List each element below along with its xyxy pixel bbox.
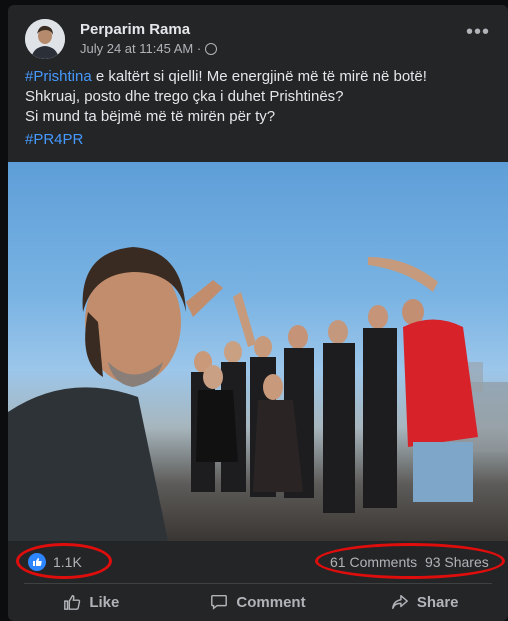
post-text-line: #Prishtina e kaltërt si qielli! Me energ… [25,67,495,87]
post-text-line: Si mund ta bëjmë më të mirën për ty? [25,108,276,125]
comment-button-label: Comment [236,593,306,611]
share-icon [391,594,408,610]
like-button[interactable]: Like [8,585,175,619]
hashtag-link[interactable]: #Prishtina [25,68,92,85]
hashtag-pr4pr[interactable]: #PR4PR [25,131,83,148]
post-timestamp[interactable]: July 24 at 11:45 AM [80,41,193,56]
share-button[interactable]: Share [341,585,508,619]
globe-icon [204,43,217,55]
avatar[interactable] [25,19,65,59]
post-text: #Prishtina e kaltërt si qielli! Me energ… [25,67,495,127]
post-card: Perparim Rama July 24 at 11:45 AM · ••• … [8,5,508,621]
post-meta: July 24 at 11:45 AM · [80,41,217,56]
post-text-line: Shkruaj, posto dhe trego çka i duhet Pri… [25,88,344,105]
annotation-circle-engagement [315,543,505,579]
share-button-label: Share [416,593,459,611]
comment-button[interactable]: Comment [175,585,342,619]
like-button-label: Like [89,593,120,611]
meta-separator: · [196,41,202,56]
annotation-circle-reactions [16,543,112,579]
divider [24,583,492,584]
post-text-segment: e kaltërt si qielli! Me energjinë më të … [91,68,427,85]
author-name[interactable]: Perparim Rama [80,21,190,38]
comment-icon [211,594,228,610]
thumbs-up-icon [64,594,81,610]
action-bar: Like Comment Share [8,585,508,619]
post-photo[interactable] [8,162,508,541]
post-stats: 1.1K 61 Comments 93 Shares [8,541,508,583]
more-options-icon[interactable]: ••• [466,21,490,44]
